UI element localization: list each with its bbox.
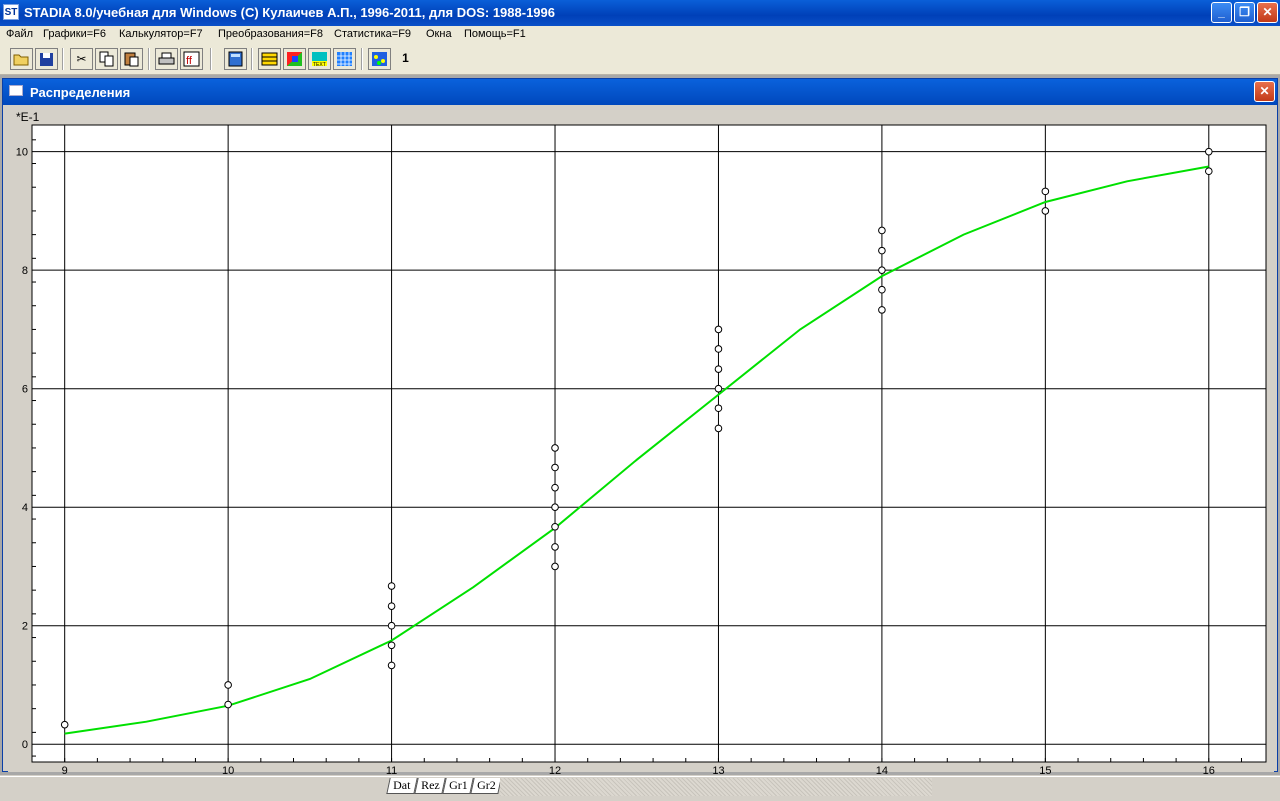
data-point [878, 226, 886, 235]
data-point [387, 661, 396, 670]
data-point [714, 384, 723, 393]
tab-gr1[interactable]: Gr1 [442, 778, 474, 794]
data-point [1204, 167, 1213, 176]
data-point [551, 483, 559, 492]
data-point [224, 700, 232, 709]
distribution-chart: 9 10 11 12 13 14 15 160246810*E-1 [8, 106, 1274, 777]
tab-gr2[interactable]: Gr2 [470, 778, 502, 794]
y-tick-label: 10 [16, 147, 28, 159]
data-point [387, 602, 396, 610]
data-point [714, 345, 723, 353]
plot-area [31, 124, 1267, 763]
data-point [551, 463, 559, 472]
data-point [60, 720, 69, 729]
data-point [1041, 187, 1050, 196]
data-point [551, 444, 559, 452]
data-point [224, 681, 232, 689]
data-point [387, 621, 396, 630]
data-point [551, 503, 559, 512]
y-scale-note: *E-1 [16, 110, 40, 124]
tab-scroll-area[interactable] [500, 778, 932, 796]
y-tick-label: 8 [22, 265, 28, 277]
y-tick-label: 0 [22, 739, 28, 751]
data-point [1204, 147, 1213, 156]
data-point [551, 543, 559, 551]
data-point [878, 306, 886, 314]
data-point [714, 325, 723, 334]
data-point [714, 365, 723, 373]
data-point [878, 246, 886, 255]
data-point [387, 641, 396, 650]
data-point [387, 582, 396, 590]
tab-dat[interactable]: Dat [386, 778, 418, 794]
data-point [551, 522, 559, 531]
y-tick-label: 2 [22, 621, 28, 633]
data-point [714, 424, 723, 433]
y-tick-label: 6 [22, 384, 28, 396]
data-point [714, 404, 723, 413]
y-tick-label: 4 [22, 502, 28, 514]
data-point [1041, 207, 1050, 215]
data-point [878, 285, 886, 294]
data-point [551, 562, 559, 571]
tab-rez[interactable]: Rez [414, 778, 446, 794]
data-point [878, 266, 886, 274]
